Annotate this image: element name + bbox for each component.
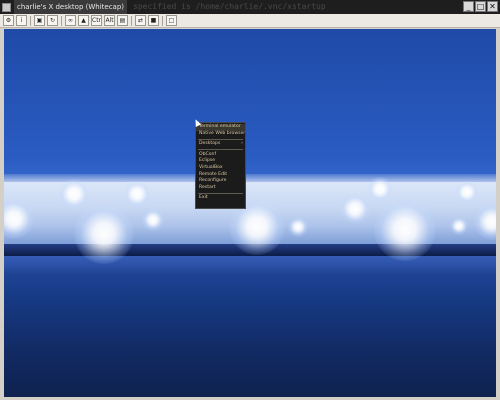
wallpaper-sparkle	[368, 177, 392, 201]
info-icon[interactable]: i	[16, 15, 27, 26]
wallpaper-sparkle	[450, 217, 468, 235]
wallpaper-sparkle	[288, 217, 308, 237]
zoom-icon[interactable]: □	[166, 15, 177, 26]
menu-item-virtualbox[interactable]: VirtualBox	[196, 165, 245, 172]
alt-icon[interactable]: Alt	[104, 15, 115, 26]
window-controls: _ □ ✕	[463, 1, 498, 12]
menu-item-label: Desktops	[199, 141, 221, 147]
menu-item-terminal-emulator[interactable]: Terminal emulator	[196, 124, 245, 131]
toolbar-divider	[131, 15, 132, 26]
lock-icon[interactable]: ▲	[78, 15, 89, 26]
wallpaper-shadow	[4, 256, 496, 274]
background-terminal-text: specified is /home/charlie/.vnc/xstartup	[133, 2, 326, 11]
menu-separator	[198, 138, 243, 140]
wallpaper-sparkle	[374, 199, 436, 261]
toolbar-divider	[61, 15, 62, 26]
wallpaper-sparkle	[59, 179, 89, 209]
wallpaper-sparkle	[340, 194, 370, 224]
menu-item-web-browser[interactable]: Native Web browser	[196, 131, 245, 138]
maximize-button[interactable]: □	[475, 1, 486, 12]
ctrl-icon[interactable]: Ctrl	[91, 15, 102, 26]
wallpaper-sparkle	[142, 209, 164, 231]
menu-separator	[198, 149, 243, 151]
transfer-icon[interactable]: ⇄	[135, 15, 146, 26]
wallpaper-sparkle	[456, 181, 478, 203]
root-context-menu: Terminal emulator Native Web browser Des…	[195, 122, 246, 209]
title-bar: charlie's X desktop (Whitecap) specified…	[0, 0, 500, 14]
menu-item-restart[interactable]: Restart	[196, 185, 245, 192]
save-icon[interactable]: ■	[148, 15, 159, 26]
menu-item-desktops[interactable]: Desktops ›	[196, 141, 245, 148]
menu-item-reconfigure[interactable]: Reconfigure	[196, 178, 245, 185]
fullscreen-icon[interactable]: ▣	[34, 15, 45, 26]
wallpaper-sparkle	[124, 181, 150, 207]
remote-desktop[interactable]	[4, 29, 496, 397]
menu-separator	[198, 192, 243, 194]
menu-item-exit[interactable]: Exit	[196, 195, 245, 202]
toolbar-divider	[30, 15, 31, 26]
ctrl-alt-del-icon[interactable]: ∞	[65, 15, 76, 26]
wallpaper-sparkle	[74, 204, 134, 264]
vnc-toolbar: ⚙ i ▣ ↻ ∞ ▲ Ctrl Alt ▤ ⇄ ■ □	[0, 14, 500, 28]
minimize-button[interactable]: _	[463, 1, 474, 12]
refresh-icon[interactable]: ↻	[47, 15, 58, 26]
window-title: charlie's X desktop (Whitecap)	[14, 0, 128, 14]
menu-item-eclipse[interactable]: Eclipse	[196, 158, 245, 165]
toolbar-divider	[162, 15, 163, 26]
submenu-arrow-icon: ›	[241, 141, 243, 147]
close-button[interactable]: ✕	[487, 1, 498, 12]
options-icon[interactable]: ⚙	[3, 15, 14, 26]
app-icon	[2, 2, 11, 12]
clipboard-icon[interactable]: ▤	[117, 15, 128, 26]
